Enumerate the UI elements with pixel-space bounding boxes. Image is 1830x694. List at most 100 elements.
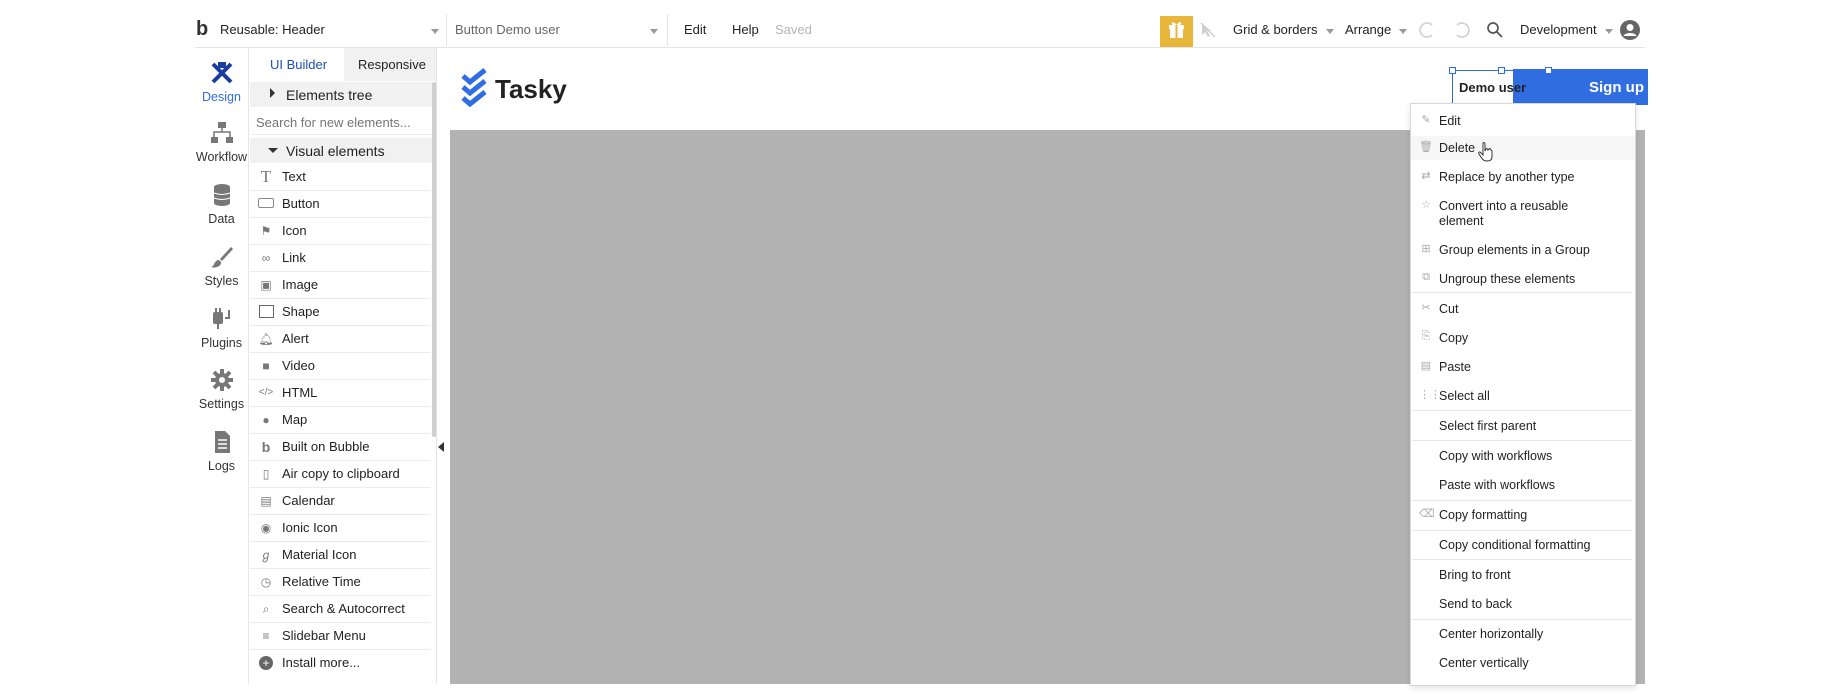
ctx-replace[interactable]: ⇄ Replace by another type [1411, 165, 1635, 189]
rail-workflow[interactable]: Workflow [195, 120, 248, 164]
rail-label: Logs [207, 459, 236, 473]
ctx-center-horizontal[interactable]: Center horizontally [1411, 622, 1635, 646]
tab-responsive[interactable]: Responsive [358, 57, 426, 72]
rail-logs[interactable]: Logs [195, 429, 248, 473]
element-air-copy[interactable]: ▯ Air copy to clipboard [250, 461, 430, 488]
bubble-logo-icon[interactable]: b [196, 18, 208, 41]
element-alert[interactable]: 🔔︎ Alert [250, 326, 430, 353]
element-image[interactable]: ▣ Image [250, 272, 430, 299]
visual-elements-label: Visual elements [286, 143, 385, 159]
menu-icon: ≡ [262, 629, 270, 643]
menu-separator [1412, 500, 1632, 501]
collapse-panel-icon[interactable] [438, 442, 444, 452]
ctx-copy[interactable]: ⎘ Copy [1411, 326, 1635, 350]
search-icon[interactable] [1486, 21, 1504, 39]
ctx-send-back[interactable]: Send to back [1411, 592, 1635, 616]
undo-icon[interactable] [1418, 20, 1438, 40]
element-relative-time[interactable]: ◷ Relative Time [250, 569, 430, 596]
rail-settings[interactable]: Settings [195, 367, 248, 411]
page-selector[interactable]: Reusable: Header [220, 22, 325, 37]
element-icon[interactable]: ⚑ Icon [250, 218, 430, 245]
ctx-delete[interactable]: 🗑︎ Delete [1411, 136, 1635, 160]
ctx-label: Copy conditional formatting [1439, 538, 1591, 552]
ctx-copy-conditional[interactable]: Copy conditional formatting [1411, 533, 1635, 557]
ctx-group[interactable]: ⊞ Group elements in a Group [1411, 238, 1635, 262]
menu-help[interactable]: Help [732, 22, 759, 37]
element-label: Calendar [282, 493, 335, 508]
chevron-down-icon [1605, 29, 1613, 34]
search-icon: ⌕ [262, 602, 270, 616]
element-search-autocorrect[interactable]: ⌕ Search & Autocorrect [250, 596, 430, 623]
flag-icon: ⚑ [260, 224, 272, 238]
tab-ui-builder[interactable]: UI Builder [270, 57, 327, 72]
text-icon: T [260, 167, 272, 186]
selection-handle[interactable] [1498, 67, 1505, 74]
ctx-cut[interactable]: ✂ Cut [1411, 297, 1635, 321]
element-link[interactable]: ∞ Link [250, 245, 430, 272]
divider [667, 14, 668, 46]
gift-icon[interactable] [1160, 16, 1193, 47]
element-label: Alert [282, 331, 309, 346]
selection-handle[interactable] [1545, 67, 1552, 74]
rail-design[interactable]: Design [195, 60, 248, 104]
element-material-icon[interactable]: ℊ Material Icon [250, 542, 430, 569]
material-icon: ℊ [259, 548, 272, 562]
element-install-more[interactable]: + Install more... [250, 650, 430, 676]
element-label: Shape [282, 304, 320, 319]
rail-plugins[interactable]: Plugins [195, 306, 248, 350]
element-html[interactable]: </> HTML [250, 380, 430, 407]
grid-borders-menu[interactable]: Grid & borders [1233, 22, 1318, 37]
rail-data[interactable]: Data [195, 182, 248, 226]
calendar-icon: ▤ [260, 494, 272, 508]
ctx-paste-workflows[interactable]: Paste with workflows [1411, 473, 1635, 497]
elements-tree-header[interactable]: Elements tree [250, 82, 432, 107]
ctx-label: Delete [1439, 141, 1476, 155]
redo-icon[interactable] [1451, 20, 1471, 40]
plug-icon [212, 308, 230, 329]
element-map[interactable]: ● Map [250, 407, 430, 434]
ctx-copy-workflows[interactable]: Copy with workflows [1411, 444, 1635, 468]
account-avatar-icon[interactable] [1619, 19, 1641, 41]
ctx-select-all[interactable]: ⋮⋮ Select all [1411, 384, 1635, 408]
element-text[interactable]: T Text [250, 164, 430, 191]
element-calendar[interactable]: ▤ Calendar [250, 488, 430, 515]
rail-label: Design [202, 90, 241, 104]
ctx-ungroup[interactable]: ⧉ Ungroup these elements [1411, 267, 1635, 291]
panel-scrollbar[interactable] [432, 82, 436, 437]
element-button[interactable]: Button [250, 191, 430, 218]
element-selector[interactable]: Button Demo user [455, 22, 560, 37]
menu-edit[interactable]: Edit [684, 22, 706, 37]
visual-elements-header[interactable]: Visual elements [250, 138, 432, 163]
element-shape[interactable]: Shape [250, 299, 430, 326]
ctx-label: Convert into a reusable element [1439, 199, 1569, 228]
ctx-label: Bring to front [1439, 568, 1511, 582]
ctx-copy-formatting[interactable]: ⌫ Copy formatting [1411, 503, 1635, 527]
ctx-label: Select all [1439, 389, 1490, 403]
ctx-paste[interactable]: ▤ Paste [1411, 355, 1635, 379]
element-ionic-icon[interactable]: ◉ Ionic Icon [250, 515, 430, 542]
element-built-on-bubble[interactable]: b Built on Bubble [250, 434, 430, 461]
document-icon [214, 431, 230, 453]
selection-handle[interactable] [1449, 67, 1456, 74]
bubble-icon: b [261, 439, 271, 455]
arrange-menu[interactable]: Arrange [1345, 22, 1391, 37]
ctx-label: Replace by another type [1439, 170, 1575, 184]
ctx-edit[interactable]: ✎ Edit [1411, 109, 1635, 133]
ctx-convert-reusable[interactable]: ☆ Convert into a reusable element [1411, 194, 1635, 230]
version-selector[interactable]: Development [1520, 22, 1597, 37]
ctx-label: Center vertically [1439, 656, 1529, 670]
ctx-label: Paste with workflows [1439, 478, 1556, 492]
ctx-bring-front[interactable]: Bring to front [1411, 563, 1635, 587]
ctx-center-vertical[interactable]: Center vertically [1411, 651, 1635, 675]
video-icon: ■ [262, 359, 270, 373]
ctx-label: Edit [1439, 114, 1461, 128]
cursor-arrow-icon[interactable] [1199, 21, 1217, 39]
element-slidebar-menu[interactable]: ≡ Slidebar Menu [250, 623, 430, 650]
element-video[interactable]: ■ Video [250, 353, 430, 380]
rail-styles[interactable]: Styles [195, 244, 248, 288]
ctx-select-parent[interactable]: Select first parent [1411, 414, 1635, 438]
element-label: Map [282, 412, 308, 427]
ctx-label: Ungroup these elements [1439, 272, 1576, 286]
menu-separator [1412, 559, 1632, 560]
element-search-input[interactable] [252, 110, 436, 135]
